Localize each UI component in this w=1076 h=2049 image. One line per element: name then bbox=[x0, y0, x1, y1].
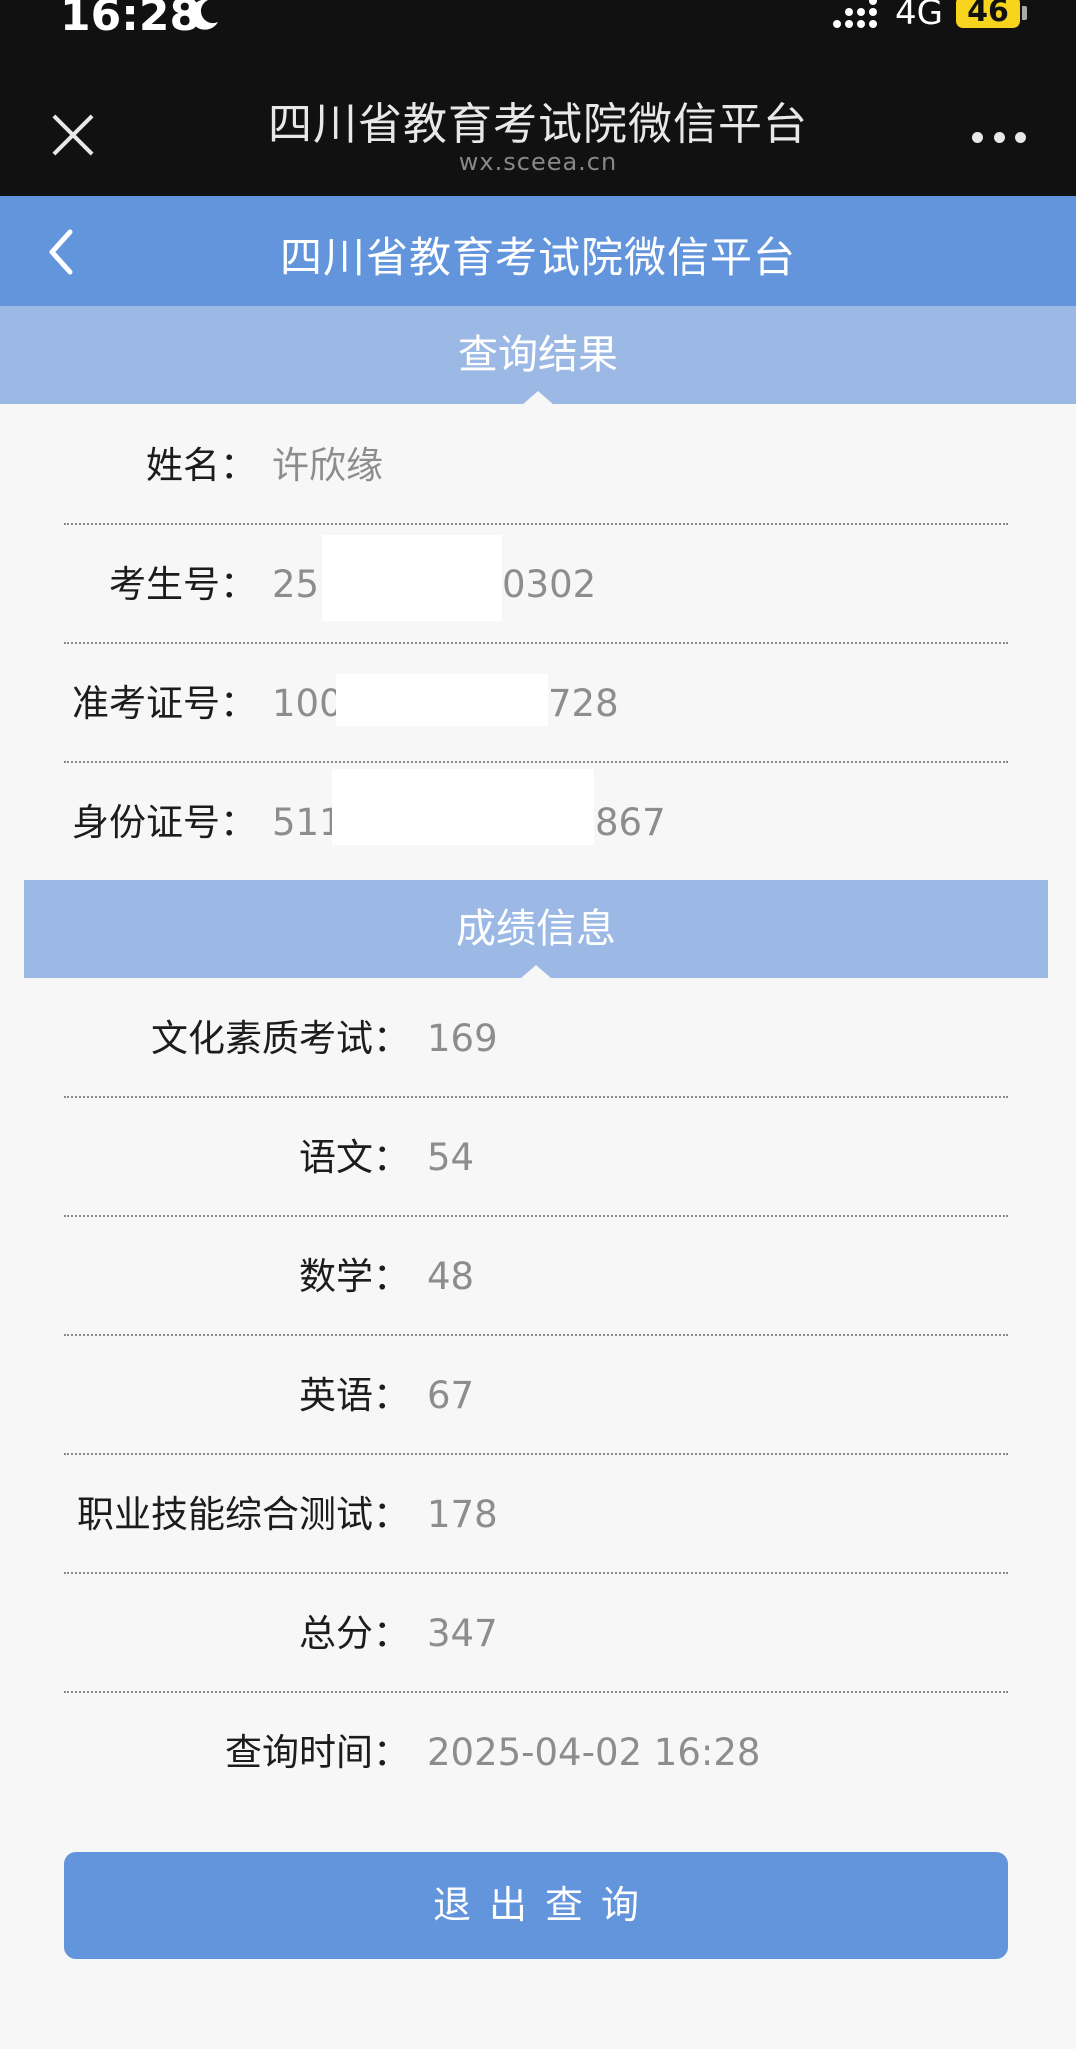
moon-icon bbox=[189, 0, 218, 30]
field-label: 准考证号： bbox=[72, 682, 257, 725]
row-candidate-number: 考生号： 255 0302 bbox=[64, 525, 1008, 644]
score-info-heading: 成绩信息 bbox=[24, 880, 1048, 979]
row-culture-exam: 文化素质考试： 169 bbox=[64, 979, 1008, 1098]
row-english: 英语： 67 bbox=[64, 1336, 1008, 1455]
page-header: 四川省教育考试院微信平台 bbox=[0, 196, 1076, 306]
status-bar: 16:28 4G 46 bbox=[0, 0, 1076, 60]
more-dot bbox=[993, 132, 1005, 143]
query-result-heading: 查询结果 bbox=[0, 306, 1076, 405]
score-value: 169 bbox=[427, 1017, 498, 1060]
status-time: 16:28 bbox=[60, 0, 201, 41]
row-chinese: 语文： 54 bbox=[64, 1098, 1008, 1217]
field-label: 姓名： bbox=[146, 444, 257, 487]
score-label: 总分： bbox=[299, 1612, 410, 1655]
row-admission-ticket: 准考证号： 100 728 bbox=[64, 644, 1008, 763]
score-label: 职业技能综合测试： bbox=[77, 1493, 410, 1536]
score-value: 178 bbox=[427, 1493, 498, 1536]
exit-query-button[interactable]: 退出查询 bbox=[64, 1852, 1008, 1959]
score-label: 数学： bbox=[299, 1255, 410, 1298]
more-dot bbox=[1015, 132, 1026, 143]
wechat-navbar: 四川省教育考试院微信平台 wx.sceea.cn bbox=[0, 60, 1076, 196]
wechat-url: wx.sceea.cn bbox=[458, 148, 618, 176]
heading-notch bbox=[522, 391, 554, 405]
row-id-number: 身份证号： 511 867 bbox=[64, 763, 1008, 882]
score-info-title: 成绩信息 bbox=[456, 906, 616, 952]
score-value: 2025-04-02 16:28 bbox=[427, 1731, 761, 1774]
heading-notch bbox=[520, 965, 552, 979]
score-label: 查询时间： bbox=[225, 1731, 410, 1774]
score-value: 67 bbox=[427, 1374, 475, 1417]
field-value-suffix: 728 bbox=[548, 682, 619, 725]
score-value: 347 bbox=[427, 1612, 498, 1655]
signal-icon bbox=[833, 0, 877, 28]
redaction-mask bbox=[322, 535, 502, 621]
score-value: 48 bbox=[427, 1255, 475, 1298]
battery-tip bbox=[1022, 6, 1027, 20]
field-label: 考生号： bbox=[109, 563, 257, 606]
field-value-suffix: 867 bbox=[595, 801, 666, 844]
field-value-prefix: 100 bbox=[272, 682, 343, 725]
redaction-mask bbox=[332, 769, 594, 845]
row-total-score: 总分： 347 bbox=[64, 1574, 1008, 1693]
field-value-suffix: 0302 bbox=[502, 563, 597, 606]
page-title: 四川省教育考试院微信平台 bbox=[279, 233, 796, 282]
redaction-mask bbox=[336, 674, 548, 726]
more-dot bbox=[972, 132, 983, 143]
more-icon[interactable] bbox=[972, 132, 1026, 144]
score-label: 文化素质考试： bbox=[151, 1017, 410, 1060]
wechat-title: 四川省教育考试院微信平台 bbox=[268, 99, 808, 150]
network-label: 4G bbox=[895, 0, 943, 33]
score-label: 语文： bbox=[299, 1136, 410, 1179]
battery-level: 46 bbox=[967, 0, 1009, 29]
field-value: 许欣缘 bbox=[272, 444, 383, 487]
score-label: 英语： bbox=[299, 1374, 410, 1417]
battery-icon: 46 bbox=[956, 0, 1020, 28]
row-math: 数学： 48 bbox=[64, 1217, 1008, 1336]
row-query-time: 查询时间： 2025-04-02 16:28 bbox=[64, 1693, 1008, 1812]
row-vocational-test: 职业技能综合测试： 178 bbox=[64, 1455, 1008, 1574]
row-name: 姓名： 许欣缘 bbox=[64, 406, 1008, 525]
score-value: 54 bbox=[427, 1136, 475, 1179]
query-result-title: 查询结果 bbox=[458, 332, 618, 378]
field-label: 身份证号： bbox=[72, 801, 257, 844]
